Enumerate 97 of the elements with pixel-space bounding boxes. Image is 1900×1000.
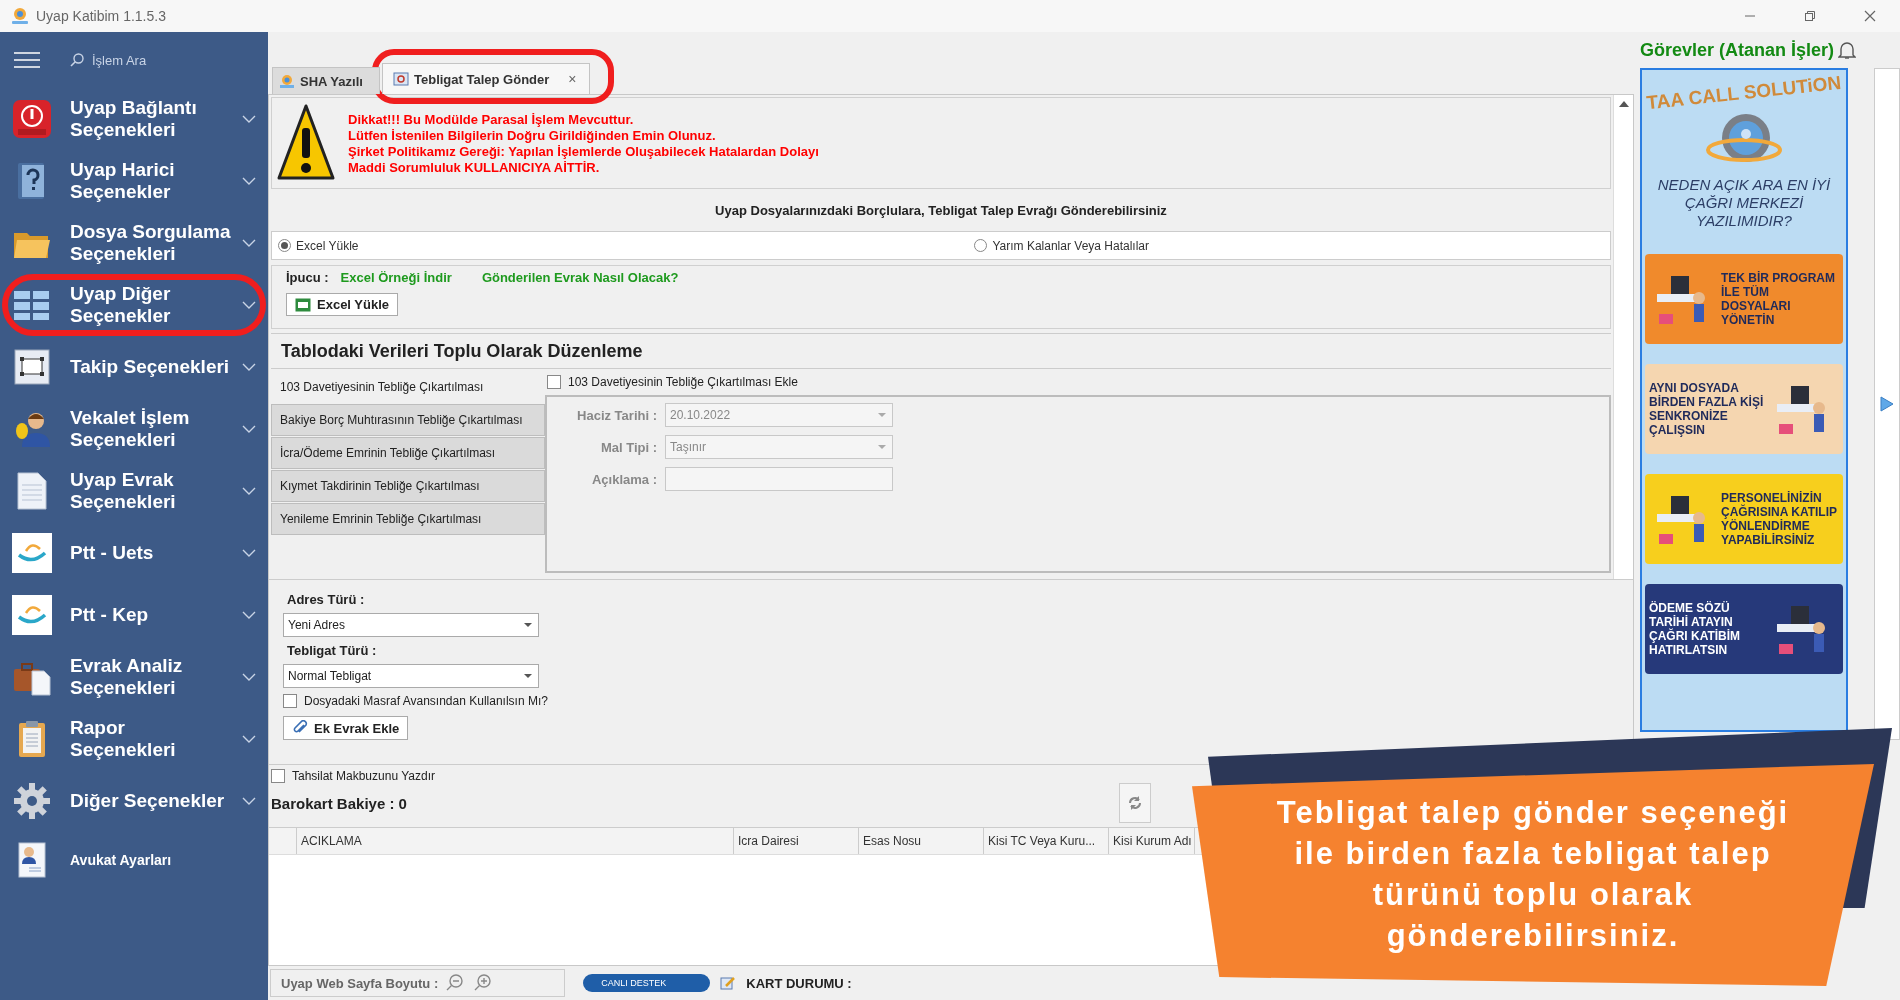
tab[interactable]: Tebligat Talep Gönder × (382, 63, 590, 94)
sidebar-item[interactable]: Vekalet İşlem Seçenekleri (0, 398, 268, 460)
close-tab-button[interactable]: × (568, 71, 577, 87)
warning-text: Maddi Sorumluluk KULLANICIYA AİTTİR. (348, 160, 601, 176)
vertical-tab[interactable]: İcra/Ödeme Emrinin Tebliğe Çıkartılması (271, 437, 545, 469)
column-header[interactable]: Esas Nosu (859, 828, 984, 854)
field-label: Mal Tipi : (599, 439, 657, 455)
column-header[interactable]: Kisi TC Veya Kuru... (984, 828, 1109, 854)
ad-card: TEK BİR PROGRAM İLE TÜM DOSYALARI YÖNETİN (1645, 254, 1843, 344)
scrollbar[interactable] (1613, 95, 1633, 579)
chevron-down-icon (242, 611, 256, 619)
search-icon (70, 53, 84, 67)
gear-icon (12, 781, 52, 821)
page-heading: Uyap Dosyalarınızdaki Borçlulara, Tebligat Talep Evrağı Gönderebilirsiniz (714, 201, 1168, 220)
status-label: Uyap Web Sayfa Boyutu : (281, 975, 439, 991)
sidebar-item[interactable]: Uyap Bağlantı Seçenekleri (0, 88, 268, 150)
ad-card: PERSONELİNİZİN ÇAĞRISINA KATILIP YÖNLENDİRME YAPABİLİRSİNİZ (1645, 474, 1843, 564)
checkbox[interactable]: 103 Davetiyesinin Tebliğe Çıkartılması Ekle (545, 369, 798, 395)
chevron-down-icon (242, 673, 256, 681)
paperclip-icon (292, 720, 308, 736)
swirl-icon (12, 533, 52, 573)
field-label: Açıklama : (590, 471, 657, 487)
sidebar-item[interactable]: Ptt - Uets (0, 522, 268, 584)
section-title: Tablodaki Verileri Toplu Olarak Düzenleme (271, 333, 1611, 368)
refresh-icon (1126, 795, 1143, 811)
chevron-down-icon (242, 549, 256, 557)
column-header[interactable]: Kisi Kurum Adı (1109, 828, 1195, 854)
search-field[interactable]: İşlem Ara (70, 52, 147, 68)
callout-banner: Tebligat talep gönder seçeneği ile birden fazla tebligat talep türünü toplu olarak gönderebilirsiniz. (1192, 764, 1874, 986)
dropdown-arrow-icon (878, 445, 886, 449)
sidebar-item[interactable]: Uyap Evrak Seçenekleri (0, 460, 268, 522)
dropdown[interactable]: Yeni Adres (283, 613, 539, 637)
warning-text: Lütfen İstenilen Bilgilerin Doğru Girildiğinden Emin Olunuz. (348, 128, 717, 144)
restore-icon[interactable] (1804, 10, 1816, 22)
hint-label: İpucu : (286, 270, 329, 285)
app-logo-icon (10, 6, 30, 26)
tasks-title: Görevler (Atanan İşler) (1640, 39, 1835, 61)
warning-icon (276, 102, 336, 182)
vertical-tab[interactable]: Kıymet Takdirinin Tebliğe Çıkartılması (271, 470, 545, 502)
status-label: KART DURUMU : (746, 975, 852, 991)
chevron-down-icon (242, 363, 256, 371)
chevron-down-icon (242, 301, 256, 309)
ad-card: ÖDEME SÖZÜ TARİHİ ATAYIN ÇAĞRI KATİBİM HATIRLATSIN (1645, 584, 1843, 674)
ad-banner[interactable] (1640, 68, 1848, 732)
sidebar-item[interactable]: Takip Seçenekleri (0, 336, 268, 398)
vertical-tab[interactable]: Yenileme Emrinin Tebliğe Çıkartılması (271, 503, 545, 535)
expand-arrow-icon[interactable] (1880, 396, 1894, 412)
dropdown-arrow-icon (524, 623, 532, 627)
chevron-down-icon (242, 797, 256, 805)
chevron-down-icon (242, 735, 256, 743)
sidebar-item[interactable]: Avukat Ayarları (0, 832, 268, 888)
radio-option[interactable]: Excel Yükle (278, 238, 359, 253)
dropdown[interactable]: Normal Tebligat (283, 664, 539, 688)
sidebar-item[interactable]: Ptt - Kep (0, 584, 268, 646)
balance-text: Barokart Bakiye : 0 (271, 794, 407, 812)
form-icon (393, 71, 409, 87)
close-icon[interactable] (1864, 10, 1876, 22)
spreadsheet-icon (295, 297, 311, 312)
edit-card-icon (720, 975, 737, 991)
chevron-down-icon (242, 425, 256, 433)
excel-upload-button[interactable]: Excel Yükle (286, 293, 399, 316)
frame-icon (12, 347, 52, 387)
chevron-down-icon (242, 487, 256, 495)
warning-text: Şirket Politikamız Gereği: Yapılan İşlemlerde Oluşabilecek Hatalardan Dolayı (348, 144, 819, 160)
window-title: Uyap Katibim 1.1.5.3 (36, 8, 166, 24)
sidebar-item[interactable]: Evrak Analiz Seçenekleri (0, 646, 268, 708)
sidebar-item[interactable]: Rapor Seçenekleri (0, 708, 268, 770)
checkbox[interactable]: Dosyadaki Masraf Avansından Kullanılsın Mı? (283, 694, 548, 708)
ad-brand: TAA CALL SOLUTiON (1645, 71, 1843, 115)
dropdown-arrow-icon (878, 413, 886, 417)
attach-document-button[interactable]: Ek Evrak Ekle (283, 716, 409, 740)
sidebar-item[interactable]: Dosya Sorgulama Seçenekleri (0, 212, 268, 274)
warning-text: Dikkat!!! Bu Modülde Parasal İşlem Mevcuttur. (348, 112, 635, 128)
live-support-button[interactable]: CANLI DESTEK (583, 974, 711, 992)
chevron-down-icon (242, 115, 256, 123)
field-label: Haciz Tarihi : (576, 407, 657, 423)
field-label: Tebligat Türü : (286, 643, 378, 658)
scroll-up-icon (1618, 101, 1629, 107)
tab[interactable]: SHA Yazılı (272, 67, 380, 94)
radio-option[interactable]: Yarım Kalanlar Veya Hatalılar (974, 238, 1149, 253)
bell-icon[interactable] (1838, 40, 1857, 60)
vertical-tab[interactable]: Bakiye Borç Muhtırasının Tebliğe Çıkartılması (271, 404, 545, 436)
chevron-down-icon (242, 239, 256, 247)
menu-icon[interactable] (14, 52, 40, 68)
ad-headline: NEDEN AÇIK ARA EN İYİ ÇAĞRI MERKEZİ YAZILIMIDIR? (1656, 176, 1832, 230)
dropdown-arrow-icon (524, 674, 532, 678)
column-header[interactable]: Icra Dairesi (734, 828, 859, 854)
swirl-icon (12, 595, 52, 635)
chevron-down-icon (242, 177, 256, 185)
sidebar-item[interactable]: Diğer Seçenekler (0, 770, 268, 832)
column-header[interactable]: ACIKLAMA (297, 828, 734, 854)
sidebar-item[interactable]: Uyap Diğer Seçenekler (0, 274, 268, 336)
checkbox[interactable]: Tahsilat Makbuzunu Yazdır (271, 769, 435, 783)
sidebar-item[interactable]: Uyap Harici Seçenekler (0, 150, 268, 212)
refresh-button[interactable] (1118, 783, 1151, 823)
ad-card: AYNI DOSYADA BİRDEN FAZLA KİŞİ SENKRONİZE ÇALIŞSIN (1645, 364, 1843, 454)
field-label: Adres Türü : (286, 592, 366, 607)
